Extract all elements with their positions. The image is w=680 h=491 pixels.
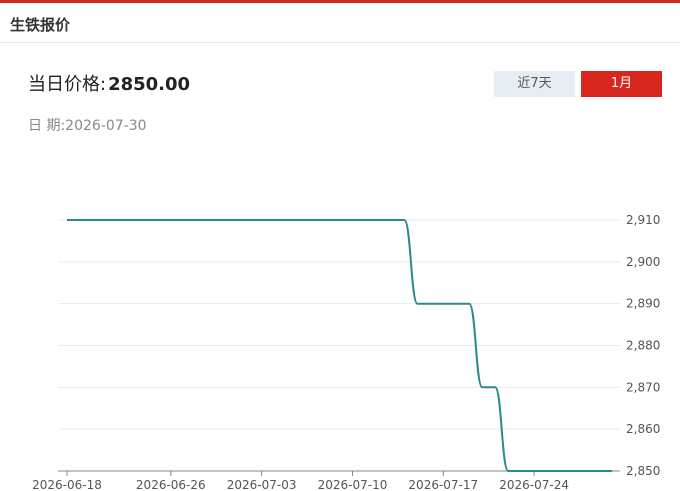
y-tick-label: 2,900 [626,255,660,269]
x-tick-label: 2026-07-17 [408,478,478,491]
y-tick-label: 2,860 [626,422,660,436]
y-tick-label: 2,880 [626,339,660,353]
x-tick-label: 2026-06-26 [136,478,206,491]
y-tick-label: 2,890 [626,297,660,311]
x-tick-label: 2026-07-03 [227,478,297,491]
y-tick-label: 2,850 [626,464,660,478]
x-tick-label: 2026-07-10 [318,478,388,491]
y-tick-label: 2,870 [626,380,660,394]
y-tick-label: 2,910 [626,213,660,227]
price-line-chart: 2,910 2,900 2,890 2,880 2,870 2,860 2,850 2026-… [32,213,660,491]
x-tick-label: 2026-07-24 [499,478,569,491]
x-tick-label: 2026-06-18 [32,478,102,491]
